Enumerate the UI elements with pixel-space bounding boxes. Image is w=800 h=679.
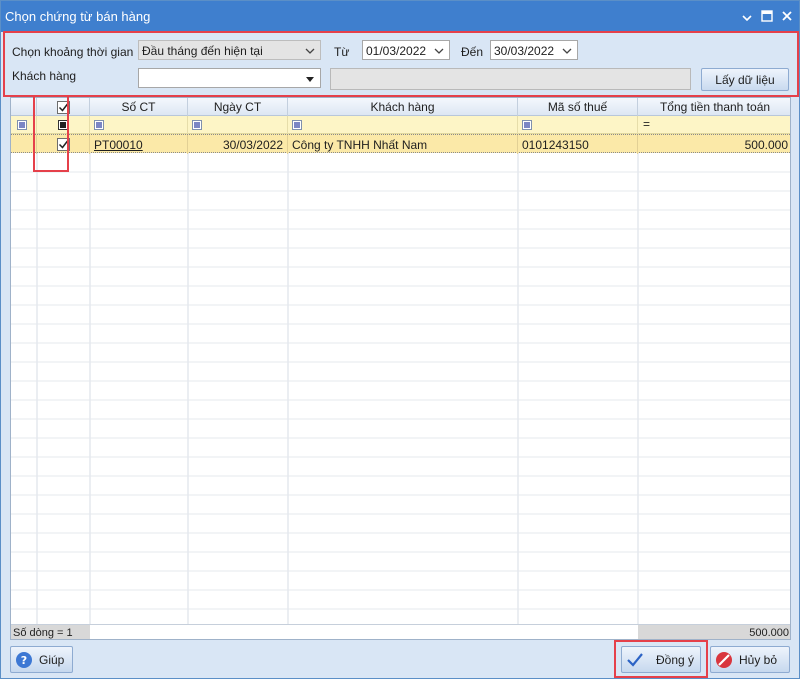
table-row[interactable]: PT00010 30/03/2022 Công ty TNHH Nhất Nam…	[11, 134, 790, 154]
filter-icon[interactable]	[94, 120, 104, 130]
grid-footer: Số dòng = 1 500.000	[11, 624, 790, 639]
ok-button-label: Đồng ý	[656, 652, 695, 667]
customer-name-field[interactable]	[330, 68, 691, 90]
filter-cell-ngay-ct[interactable]	[188, 116, 288, 134]
pin-icon	[742, 15, 752, 21]
close-button[interactable]	[778, 7, 796, 25]
filter-cell-khach-hang[interactable]	[288, 116, 518, 134]
title-bar[interactable]: Chọn chứng từ bán hàng	[1, 1, 799, 32]
chevron-down-icon	[560, 44, 574, 58]
chevron-down-icon	[303, 44, 317, 58]
check-icon	[58, 140, 68, 149]
cell-ma-so-thue: 0101243150	[518, 135, 638, 154]
ok-button[interactable]: Đồng ý	[621, 646, 701, 673]
customer-label: Khách hàng	[12, 69, 77, 83]
cell-ngay-ct: 30/03/2022	[188, 135, 288, 154]
period-select-value: Đầu tháng đến hiện tại	[142, 44, 263, 58]
to-date-value: 30/03/2022	[494, 44, 555, 58]
period-select[interactable]: Đầu tháng đến hiện tại	[138, 40, 321, 60]
help-icon: ?	[15, 651, 33, 669]
cancel-icon	[715, 651, 733, 669]
filter-cell-tong-tien[interactable]: =	[638, 116, 790, 134]
chevron-down-icon	[432, 44, 446, 58]
grid-lines	[11, 98, 790, 626]
filter-cell-so-ct[interactable]	[90, 116, 188, 134]
header-ma-so-thue[interactable]: Mã số thuế	[518, 98, 638, 116]
cell-khach-hang: Công ty TNHH Nhất Nam	[288, 135, 518, 154]
row-indicator	[11, 135, 37, 154]
checkmark-icon	[626, 651, 644, 669]
cell-so-ct[interactable]: PT00010	[90, 135, 188, 154]
close-icon	[782, 11, 792, 21]
header-indicator	[11, 98, 37, 116]
header-ngay-ct[interactable]: Ngày CT	[188, 98, 288, 116]
footer-total: 500.000	[638, 625, 790, 639]
window-title: Chọn chứng từ bán hàng	[5, 9, 151, 24]
from-date-picker[interactable]: 01/03/2022	[362, 40, 450, 60]
document-grid: Số CT Ngày CT Khách hàng Mã số thuế Tổng…	[10, 97, 791, 640]
to-date-picker[interactable]: 30/03/2022	[490, 40, 578, 60]
pin-button[interactable]	[738, 7, 756, 25]
help-button[interactable]: ? Giúp	[10, 646, 73, 673]
filter-row: =	[11, 116, 790, 134]
from-label: Từ	[334, 45, 350, 59]
customer-select[interactable]	[138, 68, 321, 88]
help-button-label: Giúp	[39, 652, 65, 667]
svg-text:?: ?	[21, 654, 27, 667]
row-checkbox[interactable]	[56, 138, 70, 151]
filter-icon[interactable]	[192, 120, 202, 130]
document-link[interactable]: PT00010	[94, 138, 143, 152]
header-tong-tien[interactable]: Tổng tiền thanh toán	[638, 98, 790, 116]
fetch-data-button[interactable]: Lấy dữ liệu	[701, 68, 789, 91]
filter-cell-check	[37, 116, 90, 134]
period-label: Chọn khoảng thời gian	[12, 45, 134, 59]
header-so-ct[interactable]: Số CT	[90, 98, 188, 116]
header-khach-hang[interactable]: Khách hàng	[288, 98, 518, 116]
header-select-all[interactable]	[37, 98, 90, 116]
check-icon	[58, 103, 68, 112]
grid-header: Số CT Ngày CT Khách hàng Mã số thuế Tổng…	[11, 98, 790, 116]
maximize-icon	[761, 10, 773, 22]
row-select-cell[interactable]	[37, 135, 90, 154]
filter-cell-indicator	[11, 116, 37, 134]
maximize-button[interactable]	[758, 7, 776, 25]
filter-icon[interactable]	[522, 120, 532, 130]
filter-icon[interactable]	[17, 120, 27, 130]
filter-icon[interactable]	[292, 120, 302, 130]
to-label: Đến	[461, 45, 484, 59]
filter-cell-ma-so-thue[interactable]	[518, 116, 638, 134]
dropdown-triangle-icon	[303, 72, 317, 86]
from-date-value: 01/03/2022	[366, 44, 427, 58]
select-all-checkbox[interactable]	[56, 100, 70, 114]
filter-check-icon[interactable]	[58, 120, 68, 130]
dialog-window: Chọn chứng từ bán hàng Chọn khoảng thời …	[0, 0, 800, 679]
row-count: Số dòng = 1	[11, 625, 90, 639]
cell-tong-tien: 500.000	[744, 137, 788, 152]
cancel-button[interactable]: Hủy bỏ	[710, 646, 790, 673]
equals-icon: =	[643, 117, 651, 131]
cancel-button-label: Hủy bỏ	[739, 652, 778, 667]
